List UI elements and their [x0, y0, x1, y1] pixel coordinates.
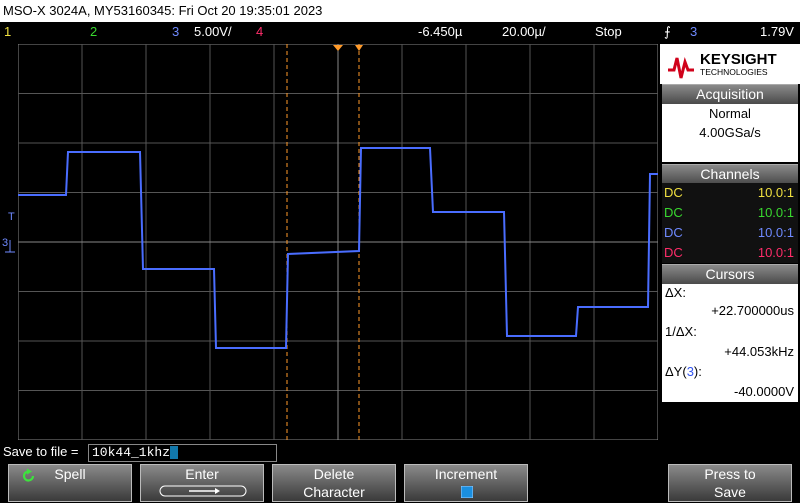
increment-square-icon	[461, 486, 473, 498]
run-state: Stop	[595, 24, 622, 39]
svg-text:TECHNOLOGIES: TECHNOLOGIES	[700, 67, 768, 77]
graticule	[18, 44, 658, 440]
title-bar: MSO-X 3024A, MY53160345: Fri Oct 20 19:3…	[0, 0, 800, 22]
instrument-title: MSO-X 3024A, MY53160345: Fri Oct 20 19:3…	[3, 3, 323, 18]
channel-bar: 1 2 3 5.00V/ 4 -6.450µ 20.00µ/ Stop ⨍ 3 …	[0, 22, 800, 42]
save-label: Save to file =	[3, 444, 79, 459]
sample-rate: 4.00GSa/s	[699, 125, 761, 140]
filename-input[interactable]: 10k44_1khz	[88, 444, 277, 462]
waveform-display[interactable]	[18, 44, 658, 440]
ch2-indicator[interactable]: 2	[90, 22, 97, 42]
time-scale: 20.00µ/	[502, 24, 546, 39]
filename-value: 10k44_1khz	[92, 445, 171, 460]
channel-row-1: DC 10.0:1	[662, 183, 798, 203]
acquisition-panel: Normal 4.00GSa/s	[662, 104, 798, 162]
increment-button[interactable]: Increment	[404, 464, 528, 502]
ch4-indicator[interactable]: 4	[256, 22, 263, 42]
time-offset: -6.450µ	[418, 24, 463, 39]
ch1-indicator[interactable]: 1	[4, 22, 11, 42]
enter-label: Enter	[185, 466, 219, 482]
inverse-delta-x-value: +44.053kHz	[724, 344, 794, 359]
channel-row-3: DC 10.0:1	[662, 223, 798, 243]
trigger-edge-icon: ⨍	[664, 24, 671, 39]
svg-text:KEYSIGHT: KEYSIGHT	[700, 51, 777, 68]
keysight-logo: KEYSIGHT TECHNOLOGIES	[660, 44, 800, 84]
spell-button[interactable]: Spell	[8, 464, 132, 502]
keysight-wave-icon: KEYSIGHT TECHNOLOGIES	[668, 51, 777, 79]
acquisition-heading: Acquisition	[662, 84, 798, 104]
enter-button[interactable]: Enter	[140, 464, 264, 502]
channel-row-2: DC 10.0:1	[662, 203, 798, 223]
increment-label: Increment	[434, 466, 498, 482]
channels-heading: Channels	[662, 164, 798, 184]
press-label-1: Press to	[704, 466, 756, 482]
ch3-scale: 5.00V/	[194, 24, 232, 39]
text-cursor	[170, 446, 179, 460]
delete-character-button[interactable]: Delete Character	[272, 464, 396, 502]
press-to-save-button[interactable]: Press to Save	[668, 464, 792, 502]
trigger-channel: 3	[690, 24, 698, 39]
delta-y-label: ΔY(3):	[665, 364, 702, 379]
delta-x-value: +22.700000us	[711, 303, 794, 318]
delta-x-label: ΔX:	[665, 285, 686, 300]
delta-y-value: -40.0000V	[734, 384, 794, 399]
inverse-delta-x-label: 1/ΔX:	[665, 324, 697, 339]
svg-text:3: 3	[2, 237, 8, 249]
trigger-level: 1.79V	[760, 24, 794, 39]
acquisition-mode: Normal	[709, 106, 751, 121]
press-label-2: Save	[714, 484, 746, 500]
svg-text:T: T	[8, 211, 15, 223]
delete-label-1: Delete	[313, 466, 355, 482]
ch3-indicator[interactable]: 3	[172, 22, 179, 42]
spell-label: Spell	[54, 466, 86, 482]
channel-markers: T 3	[2, 211, 15, 253]
enter-arrow-icon	[159, 485, 247, 497]
cursors-heading: Cursors	[662, 264, 798, 284]
channel-row-4: DC 10.0:1	[662, 243, 798, 263]
delete-label-2: Character	[303, 484, 365, 500]
